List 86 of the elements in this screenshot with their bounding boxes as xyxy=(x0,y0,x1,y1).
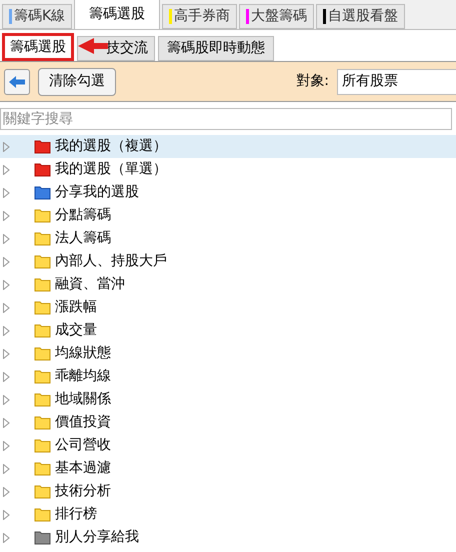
folder-icon xyxy=(34,300,51,315)
tree-item[interactable]: 內部人、持股大戶 xyxy=(0,250,456,273)
expand-icon xyxy=(3,348,10,358)
expand-icon xyxy=(3,234,10,244)
tree-item[interactable]: 法人籌碼 xyxy=(0,227,456,250)
tree-item[interactable]: 漲跌幅 xyxy=(0,296,456,319)
folder-icon xyxy=(34,254,51,269)
expand-icon xyxy=(3,210,10,220)
folder-icon xyxy=(34,392,51,407)
tree-item[interactable]: 分享我的選股 xyxy=(0,181,456,204)
tree-item-label: 別人分享給我 xyxy=(55,528,139,547)
expand-icon xyxy=(3,188,10,198)
tab[interactable]: 大盤籌碼 xyxy=(239,4,314,29)
tree-item-label: 法人籌碼 xyxy=(55,229,111,248)
tree-item-label: 排行榜 xyxy=(55,505,97,524)
sub-tab[interactable]: 籌碼選股 xyxy=(2,33,74,61)
tab[interactable]: 高手券商 xyxy=(162,4,238,29)
folder-icon xyxy=(34,277,51,292)
tree-item[interactable]: 成交量 xyxy=(0,319,456,342)
tree-item-label: 融資、當沖 xyxy=(55,275,125,294)
tree-item-label: 地域關係 xyxy=(55,390,111,409)
tree-item[interactable]: 公司營收 xyxy=(0,434,456,457)
tree-item-label: 乖離均線 xyxy=(55,367,111,386)
tree-item[interactable]: 均線狀態 xyxy=(0,342,456,365)
folder-icon xyxy=(34,369,51,384)
folder-icon xyxy=(34,530,51,545)
tree-item-label: 分享我的選股 xyxy=(55,183,139,202)
tree-item[interactable]: 乖離均線 xyxy=(0,365,456,388)
expand-icon xyxy=(3,256,10,266)
tree-item[interactable]: 地域關係 xyxy=(0,388,456,411)
tree-item-label: 我的選股（單選） xyxy=(55,160,167,179)
folder-icon xyxy=(34,461,51,476)
folder-icon xyxy=(34,185,51,200)
search-field[interactable]: 關鍵字搜尋 xyxy=(0,108,452,130)
arrow-icon xyxy=(78,38,108,54)
tree-item-label: 分點籌碼 xyxy=(55,206,111,225)
expand-icon xyxy=(3,280,10,290)
tree-item-label: 內部人、持股大戶 xyxy=(55,252,167,271)
tree-item-label: 成交量 xyxy=(55,321,97,340)
expand-icon xyxy=(3,302,10,312)
tab[interactable]: 籌碼選股 xyxy=(74,0,160,29)
expand-icon xyxy=(3,510,10,520)
expand-icon xyxy=(3,142,10,152)
tab[interactable]: 自選股看盤 xyxy=(316,4,406,29)
tree-item-label: 漲跌幅 xyxy=(55,298,97,317)
folder-icon xyxy=(34,231,51,246)
tree-item[interactable]: 我的選股（複選） xyxy=(0,135,456,158)
tree-item[interactable]: 別人分享給我 xyxy=(0,526,456,549)
back-button[interactable] xyxy=(4,68,30,94)
folder-icon xyxy=(34,507,51,522)
folder-icon xyxy=(34,162,51,177)
expand-icon xyxy=(3,164,10,174)
folder-icon xyxy=(34,415,51,430)
expand-icon xyxy=(3,418,10,428)
expand-icon xyxy=(3,372,10,382)
back-arrow-icon xyxy=(9,76,25,88)
folder-icon xyxy=(34,438,51,453)
tree-item[interactable]: 價值投資 xyxy=(0,411,456,434)
sub-tab[interactable]: 籌碼股即時動態 xyxy=(158,36,274,61)
expand-icon xyxy=(3,394,10,404)
folder-icon xyxy=(34,346,51,361)
tree-item-label: 技術分析 xyxy=(55,482,111,501)
expand-icon xyxy=(3,532,10,542)
expand-icon xyxy=(3,464,10,474)
folder-icon xyxy=(34,323,51,338)
tree-item[interactable]: 我的選股（單選） xyxy=(0,158,456,181)
target-label: 對象: xyxy=(296,72,329,91)
expand-icon xyxy=(3,486,10,496)
tree-item[interactable]: 技術分析 xyxy=(0,480,456,503)
tree-item[interactable]: 融資、當沖 xyxy=(0,273,456,296)
folder-icon xyxy=(34,139,51,154)
tree-item[interactable]: 分點籌碼 xyxy=(0,204,456,227)
folder-icon xyxy=(34,484,51,499)
tree-item-label: 均線狀態 xyxy=(55,344,111,363)
target-dropdown[interactable]: 所有股票 xyxy=(337,68,456,94)
folder-icon xyxy=(34,208,51,223)
tree-item[interactable]: 排行榜 xyxy=(0,503,456,526)
expand-icon xyxy=(3,326,10,336)
tree-item[interactable]: 基本過濾 xyxy=(0,457,456,480)
tree-item-label: 基本過濾 xyxy=(55,459,111,478)
clear-selection-button[interactable]: 清除勾選 xyxy=(38,68,116,96)
expand-icon xyxy=(3,440,10,450)
tree-item-label: 公司營收 xyxy=(55,436,111,455)
tree-item-label: 價值投資 xyxy=(55,413,111,432)
tree-item-label: 我的選股（複選） xyxy=(55,137,167,156)
tab[interactable]: 籌碼K線 xyxy=(2,4,72,29)
